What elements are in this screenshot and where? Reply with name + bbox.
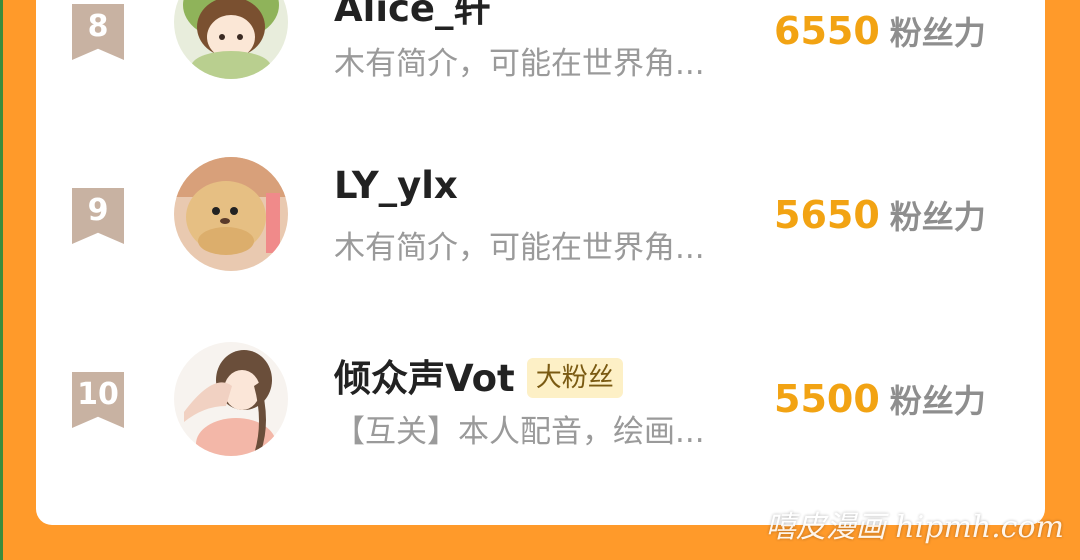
fan-score: 5650 粉丝力: [774, 192, 986, 238]
score-unit: 粉丝力: [889, 382, 986, 420]
plush-toy-avatar-icon[interactable]: [174, 157, 288, 271]
ranking-row[interactable]: 10 倾众声Vot 大粉丝 【互关】本人配音，绘画... 5500 粉丝力: [36, 338, 1045, 498]
user-bio: 木有简介，可能在世界角...: [334, 230, 705, 266]
rank-badge: 10: [72, 372, 124, 428]
rank-badge: 9: [72, 188, 124, 244]
ranking-row[interactable]: 9 LY_ylx 木有简介，可能在世界角... 5650 粉丝力: [36, 154, 1045, 314]
big-fan-badge: 大粉丝: [526, 357, 623, 398]
rank-badge: 8: [72, 4, 124, 60]
user-name[interactable]: 倾众声Vot: [334, 357, 515, 400]
site-watermark: 嘻皮漫画 hipmh.com: [765, 510, 1064, 545]
user-bio: 【互关】本人配音，绘画...: [334, 414, 705, 450]
fan-score: 6550 粉丝力: [774, 8, 986, 54]
illustrated-girl-avatar-icon[interactable]: [174, 342, 288, 456]
score-value: 6550: [774, 9, 880, 53]
ranking-card: 8 Alice_轩 木有简介，可能在世界角... 6550 粉丝力 9 LY_y…: [36, 0, 1045, 525]
score-unit: 粉丝力: [889, 14, 986, 52]
user-name[interactable]: LY_ylx: [334, 164, 458, 207]
user-name[interactable]: Alice_轩: [334, 0, 491, 32]
score-unit: 粉丝力: [889, 198, 986, 236]
user-bio: 木有简介，可能在世界角...: [334, 46, 705, 82]
score-value: 5500: [774, 377, 880, 421]
fan-score: 5500 粉丝力: [774, 376, 986, 422]
left-edge-stripe: [0, 0, 3, 560]
anime-girl-avatar-icon[interactable]: [174, 0, 288, 79]
ranking-row[interactable]: 8 Alice_轩 木有简介，可能在世界角... 6550 粉丝力: [36, 0, 1045, 130]
score-value: 5650: [774, 193, 880, 237]
user-name-with-badge[interactable]: 倾众声Vot 大粉丝: [334, 348, 623, 402]
